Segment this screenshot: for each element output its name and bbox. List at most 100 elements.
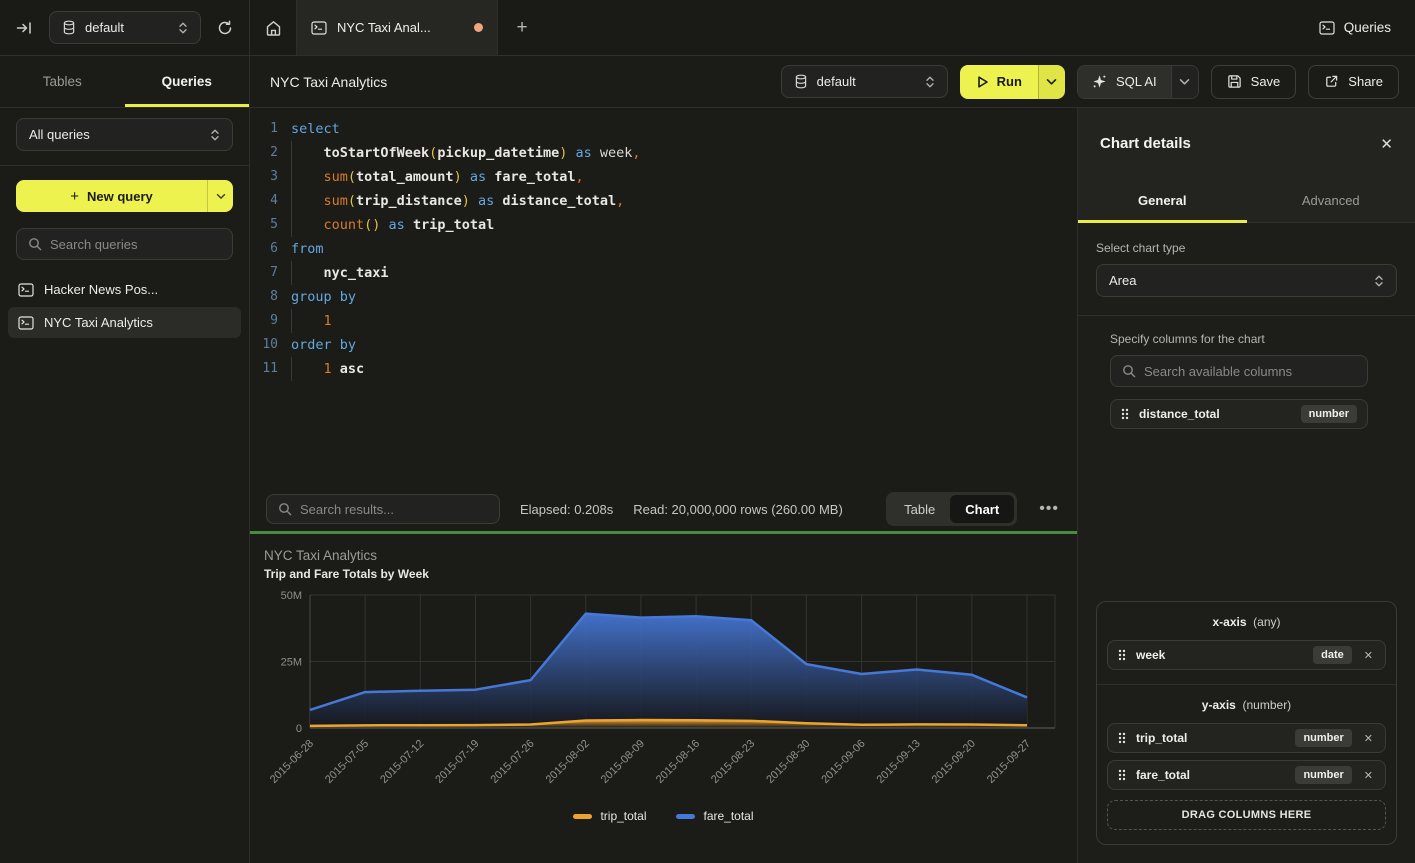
column-type-badge: date	[1313, 646, 1352, 664]
column-name: trip_total	[1136, 731, 1285, 745]
search-icon	[1122, 364, 1136, 378]
tab-strip: NYC Taxi Anal... + Queries	[250, 0, 1415, 55]
view-table-button[interactable]: Table	[889, 495, 950, 523]
collapse-sidebar-icon	[16, 20, 33, 36]
columns-search-input[interactable]	[1144, 364, 1356, 379]
chart-type-value: Area	[1109, 273, 1365, 288]
drag-handle[interactable]	[1118, 769, 1126, 781]
tab-general[interactable]: General	[1078, 179, 1247, 222]
query-search-input[interactable]	[50, 237, 221, 252]
view-chart-button[interactable]: Chart	[950, 495, 1014, 523]
home-icon	[265, 20, 282, 36]
svg-text:2015-08-16: 2015-08-16	[654, 738, 702, 786]
home-button[interactable]	[250, 0, 297, 55]
content: All queries + New query	[0, 108, 1415, 863]
results-search-field	[266, 494, 500, 524]
database-selector[interactable]: default	[49, 11, 201, 44]
query-list-item-nyc-taxi[interactable]: NYC Taxi Analytics	[8, 307, 241, 338]
query-filter-selector[interactable]: All queries	[16, 118, 233, 151]
query-filter-value: All queries	[29, 127, 201, 142]
svg-text:2015-08-23: 2015-08-23	[709, 738, 757, 786]
save-button[interactable]: Save	[1211, 65, 1297, 99]
drag-handle[interactable]	[1121, 408, 1129, 420]
run-options-button[interactable]	[1038, 65, 1065, 99]
svg-text:50M: 50M	[281, 590, 302, 602]
query-list-item-hacker-news[interactable]: Hacker News Pos...	[8, 274, 241, 305]
remove-column-button[interactable]: ✕	[1362, 649, 1375, 662]
share-label: Share	[1348, 74, 1383, 89]
svg-text:2015-07-26: 2015-07-26	[488, 738, 536, 786]
database-icon	[794, 74, 808, 89]
close-panel-button[interactable]: ✕	[1380, 135, 1393, 153]
drag-dots-icon	[1118, 649, 1126, 661]
tab-label: NYC Taxi Anal...	[337, 20, 431, 35]
run-button[interactable]: Run	[960, 65, 1038, 99]
results-search-input[interactable]	[300, 502, 488, 517]
remove-column-button[interactable]: ✕	[1362, 769, 1375, 782]
run-database-selector[interactable]: default	[781, 65, 948, 98]
sql-ai-options-button[interactable]	[1171, 66, 1198, 98]
chart-details-panel: Chart details ✕ General Advanced Select …	[1078, 108, 1415, 863]
refresh-icon	[217, 20, 233, 36]
new-query-split-button: + New query	[16, 180, 233, 212]
tab-queries[interactable]: Queries	[125, 56, 250, 107]
new-tab-button[interactable]: +	[498, 0, 546, 55]
chart-details-tabs: General Advanced	[1078, 179, 1415, 223]
refresh-button[interactable]	[217, 20, 233, 36]
x-axis-section: x-axis (any) week date ✕	[1097, 602, 1396, 684]
save-icon	[1227, 74, 1242, 89]
fare-total-swatch	[676, 814, 695, 819]
columns-search-field	[1110, 355, 1368, 387]
legend-item-fare-total[interactable]: fare_total	[676, 809, 753, 823]
tab-advanced[interactable]: Advanced	[1247, 179, 1415, 222]
y-axis-column-fare-total[interactable]: fare_total number ✕	[1107, 760, 1386, 790]
database-selector-value: default	[85, 20, 169, 35]
legend-label: trip_total	[600, 809, 646, 823]
query-title: NYC Taxi Analytics	[270, 74, 387, 90]
code-line: 91	[250, 309, 1077, 333]
save-label: Save	[1251, 74, 1281, 89]
x-axis-column-week[interactable]: week date ✕	[1107, 640, 1386, 670]
legend-item-trip-total[interactable]: trip_total	[573, 809, 646, 823]
tab-tables[interactable]: Tables	[0, 56, 125, 107]
elapsed-time: Elapsed: 0.208s	[520, 502, 613, 517]
tab-nyc-taxi-analytics[interactable]: NYC Taxi Anal...	[297, 0, 498, 55]
sql-ai-label: SQL AI	[1116, 74, 1157, 89]
results-bar: Elapsed: 0.208s Read: 20,000,000 rows (2…	[250, 487, 1077, 531]
column-name: fare_total	[1136, 768, 1285, 782]
remove-column-button[interactable]: ✕	[1362, 732, 1375, 745]
query-search-field	[16, 228, 233, 260]
sql-ai-button[interactable]: SQL AI	[1078, 66, 1171, 98]
column-name: week	[1136, 648, 1303, 662]
drag-handle[interactable]	[1118, 649, 1126, 661]
drag-handle[interactable]	[1118, 732, 1126, 744]
drag-dots-icon	[1118, 732, 1126, 744]
share-button[interactable]: Share	[1308, 65, 1399, 99]
trip-total-swatch	[573, 814, 592, 819]
chevron-updown-icon	[178, 21, 188, 35]
new-query-options-button[interactable]	[207, 180, 233, 212]
queries-menu-button[interactable]: Queries	[1295, 0, 1415, 55]
available-column-distance-total[interactable]: distance_total number	[1110, 399, 1368, 429]
code-line: 111 asc	[250, 357, 1077, 381]
drag-columns-drop-zone[interactable]: DRAG COLUMNS HERE	[1107, 800, 1386, 830]
chart-type-selector[interactable]: Area	[1096, 264, 1397, 297]
plus-icon: +	[70, 188, 79, 205]
code-line: 7nyc_taxi	[250, 261, 1077, 285]
results-more-button[interactable]: •••	[1037, 500, 1061, 518]
sql-editor[interactable]: 1select2toStartOfWeek(pickup_datetime) a…	[250, 108, 1077, 487]
code-line: 10order by	[250, 333, 1077, 357]
code-line: 4sum(trip_distance) as distance_total,	[250, 189, 1077, 213]
unsaved-changes-dot	[474, 23, 483, 32]
chevron-updown-icon	[925, 75, 935, 89]
new-query-button[interactable]: + New query	[16, 180, 207, 212]
sql-editor-lines: 1select2toStartOfWeek(pickup_datetime) a…	[250, 117, 1077, 381]
y-axis-column-trip-total[interactable]: trip_total number ✕	[1107, 723, 1386, 753]
active-tab-underline	[125, 104, 250, 107]
svg-text:2015-08-09: 2015-08-09	[599, 738, 647, 786]
code-line: 8group by	[250, 285, 1077, 309]
collapse-sidebar-button[interactable]	[16, 20, 33, 36]
svg-text:2015-09-13: 2015-09-13	[875, 738, 923, 786]
column-type-badge: number	[1295, 729, 1351, 747]
query-item-label: NYC Taxi Analytics	[44, 315, 153, 330]
